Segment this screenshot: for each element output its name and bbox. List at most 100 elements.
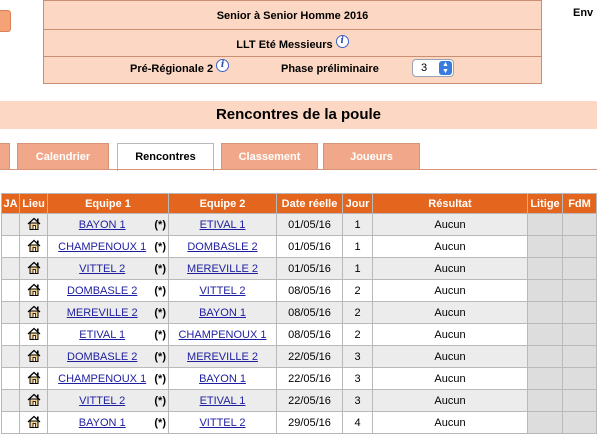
day-cell: 2: [342, 279, 373, 302]
team1-link[interactable]: MEREVILLE 2: [67, 307, 138, 319]
back-button[interactable]: [0, 10, 11, 32]
team1-cell: CHAMPENOUX 1 (*): [47, 235, 169, 258]
date-cell: 01/05/16: [276, 213, 343, 236]
competition-header: Senior à Senior Homme 2016 LLT Eté Messi…: [43, 0, 542, 84]
fdm-cell: [562, 301, 597, 324]
team1-link[interactable]: DOMBASLE 2: [67, 351, 137, 363]
col-resultat: Résultat: [372, 193, 528, 214]
house-icon[interactable]: [27, 261, 41, 277]
table-row: BAYON 1 (*) VITTEL 2 29/05/16 4 Aucun: [1, 411, 597, 434]
col-equipe1: Equipe 1: [47, 193, 169, 214]
litige-cell: [527, 411, 563, 434]
col-jour: Jour: [342, 193, 373, 214]
house-icon[interactable]: [27, 327, 41, 343]
litige-cell: [527, 323, 563, 346]
star-marker: (*): [154, 328, 166, 341]
team1-link[interactable]: CHAMPENOUX 1: [58, 241, 146, 253]
matches-table: JA Lieu Equipe 1 Equipe 2 Date réelle Jo…: [1, 193, 597, 434]
tab-rencontres[interactable]: Rencontres: [117, 143, 214, 171]
lieu-cell: [19, 367, 48, 390]
house-icon[interactable]: [27, 217, 41, 233]
result-cell: Aucun: [372, 235, 528, 258]
litige-cell: [527, 367, 563, 390]
house-icon[interactable]: [27, 393, 41, 409]
team1-cell: DOMBASLE 2 (*): [47, 279, 169, 302]
litige-cell: [527, 301, 563, 324]
team2-link[interactable]: DOMBASLE 2: [187, 241, 257, 253]
team1-link[interactable]: VITTEL 2: [79, 395, 125, 407]
team2-cell: ETIVAL 1: [168, 213, 277, 236]
chevron-updown-icon: ▲ ▼: [439, 61, 452, 75]
team2-cell: VITTEL 2: [168, 411, 277, 434]
house-icon[interactable]: [27, 349, 41, 365]
star-marker: (*): [154, 262, 166, 275]
tab-previous[interactable]: [0, 143, 10, 169]
team1-link[interactable]: BAYON 1: [79, 219, 126, 231]
ja-cell: [1, 411, 20, 434]
team1-link[interactable]: DOMBASLE 2: [67, 285, 137, 297]
tab-calendrier[interactable]: Calendrier: [17, 143, 109, 169]
col-equipe2: Equipe 2: [168, 193, 277, 214]
phase-select[interactable]: 3 ▲ ▼: [412, 59, 454, 77]
date-cell: 01/05/16: [276, 235, 343, 258]
ja-cell: [1, 257, 20, 280]
litige-cell: [527, 279, 563, 302]
team1-cell: VITTEL 2 (*): [47, 389, 169, 412]
team1-link[interactable]: CHAMPENOUX 1: [58, 373, 146, 385]
star-marker: (*): [154, 372, 166, 385]
team2-link[interactable]: BAYON 1: [199, 373, 246, 385]
day-cell: 2: [342, 301, 373, 324]
col-fdm: FdM: [562, 193, 597, 214]
top-right-link[interactable]: Env: [573, 7, 593, 19]
house-icon[interactable]: [27, 283, 41, 299]
team1-link[interactable]: BAYON 1: [79, 417, 126, 429]
lieu-cell: [19, 323, 48, 346]
tab-joueurs[interactable]: Joueurs: [323, 143, 420, 169]
team1-link[interactable]: VITTEL 2: [79, 263, 125, 275]
team2-link[interactable]: ETIVAL 1: [200, 395, 246, 407]
litige-cell: [527, 213, 563, 236]
info-icon[interactable]: i: [335, 35, 349, 48]
team2-link[interactable]: CHAMPENOUX 1: [178, 329, 266, 341]
table-row: CHAMPENOUX 1 (*) DOMBASLE 2 01/05/16 1 Aucun: [1, 235, 597, 258]
team2-link[interactable]: BAYON 1: [199, 307, 246, 319]
team2-link[interactable]: MEREVILLE 2: [187, 263, 258, 275]
lieu-cell: [19, 389, 48, 412]
team2-link[interactable]: VITTEL 2: [199, 417, 245, 429]
date-cell: 01/05/16: [276, 257, 343, 280]
fdm-cell: [562, 367, 597, 390]
table-row: BAYON 1 (*) ETIVAL 1 01/05/16 1 Aucun: [1, 213, 597, 236]
team2-cell: BAYON 1: [168, 301, 277, 324]
team1-link[interactable]: ETIVAL 1: [79, 329, 125, 341]
result-cell: Aucun: [372, 279, 528, 302]
house-icon[interactable]: [27, 305, 41, 321]
team2-link[interactable]: ETIVAL 1: [200, 219, 246, 231]
team1-cell: DOMBASLE 2 (*): [47, 345, 169, 368]
house-icon[interactable]: [27, 371, 41, 387]
lieu-cell: [19, 213, 48, 236]
day-cell: 1: [342, 213, 373, 236]
col-date: Date réelle: [276, 193, 343, 214]
info-icon[interactable]: i: [216, 59, 230, 72]
date-cell: 08/05/16: [276, 323, 343, 346]
event-title: LLT Eté Messieurs: [236, 39, 333, 51]
team2-cell: MEREVILLE 2: [168, 345, 277, 368]
page-title: Rencontres de la poule: [0, 101, 597, 129]
team1-cell: CHAMPENOUX 1 (*): [47, 367, 169, 390]
result-cell: Aucun: [372, 367, 528, 390]
litige-cell: [527, 345, 563, 368]
ja-cell: [1, 389, 20, 412]
house-icon[interactable]: [27, 415, 41, 431]
team1-cell: VITTEL 2 (*): [47, 257, 169, 280]
date-cell: 22/05/16: [276, 389, 343, 412]
team2-cell: DOMBASLE 2: [168, 235, 277, 258]
team2-link[interactable]: MEREVILLE 2: [187, 351, 258, 363]
lieu-cell: [19, 301, 48, 324]
house-icon[interactable]: [27, 239, 41, 255]
team2-link[interactable]: VITTEL 2: [199, 285, 245, 297]
fdm-cell: [562, 279, 597, 302]
result-cell: Aucun: [372, 323, 528, 346]
table-row: CHAMPENOUX 1 (*) BAYON 1 22/05/16 3 Aucun: [1, 367, 597, 390]
litige-cell: [527, 257, 563, 280]
tab-classement[interactable]: Classement: [221, 143, 318, 169]
